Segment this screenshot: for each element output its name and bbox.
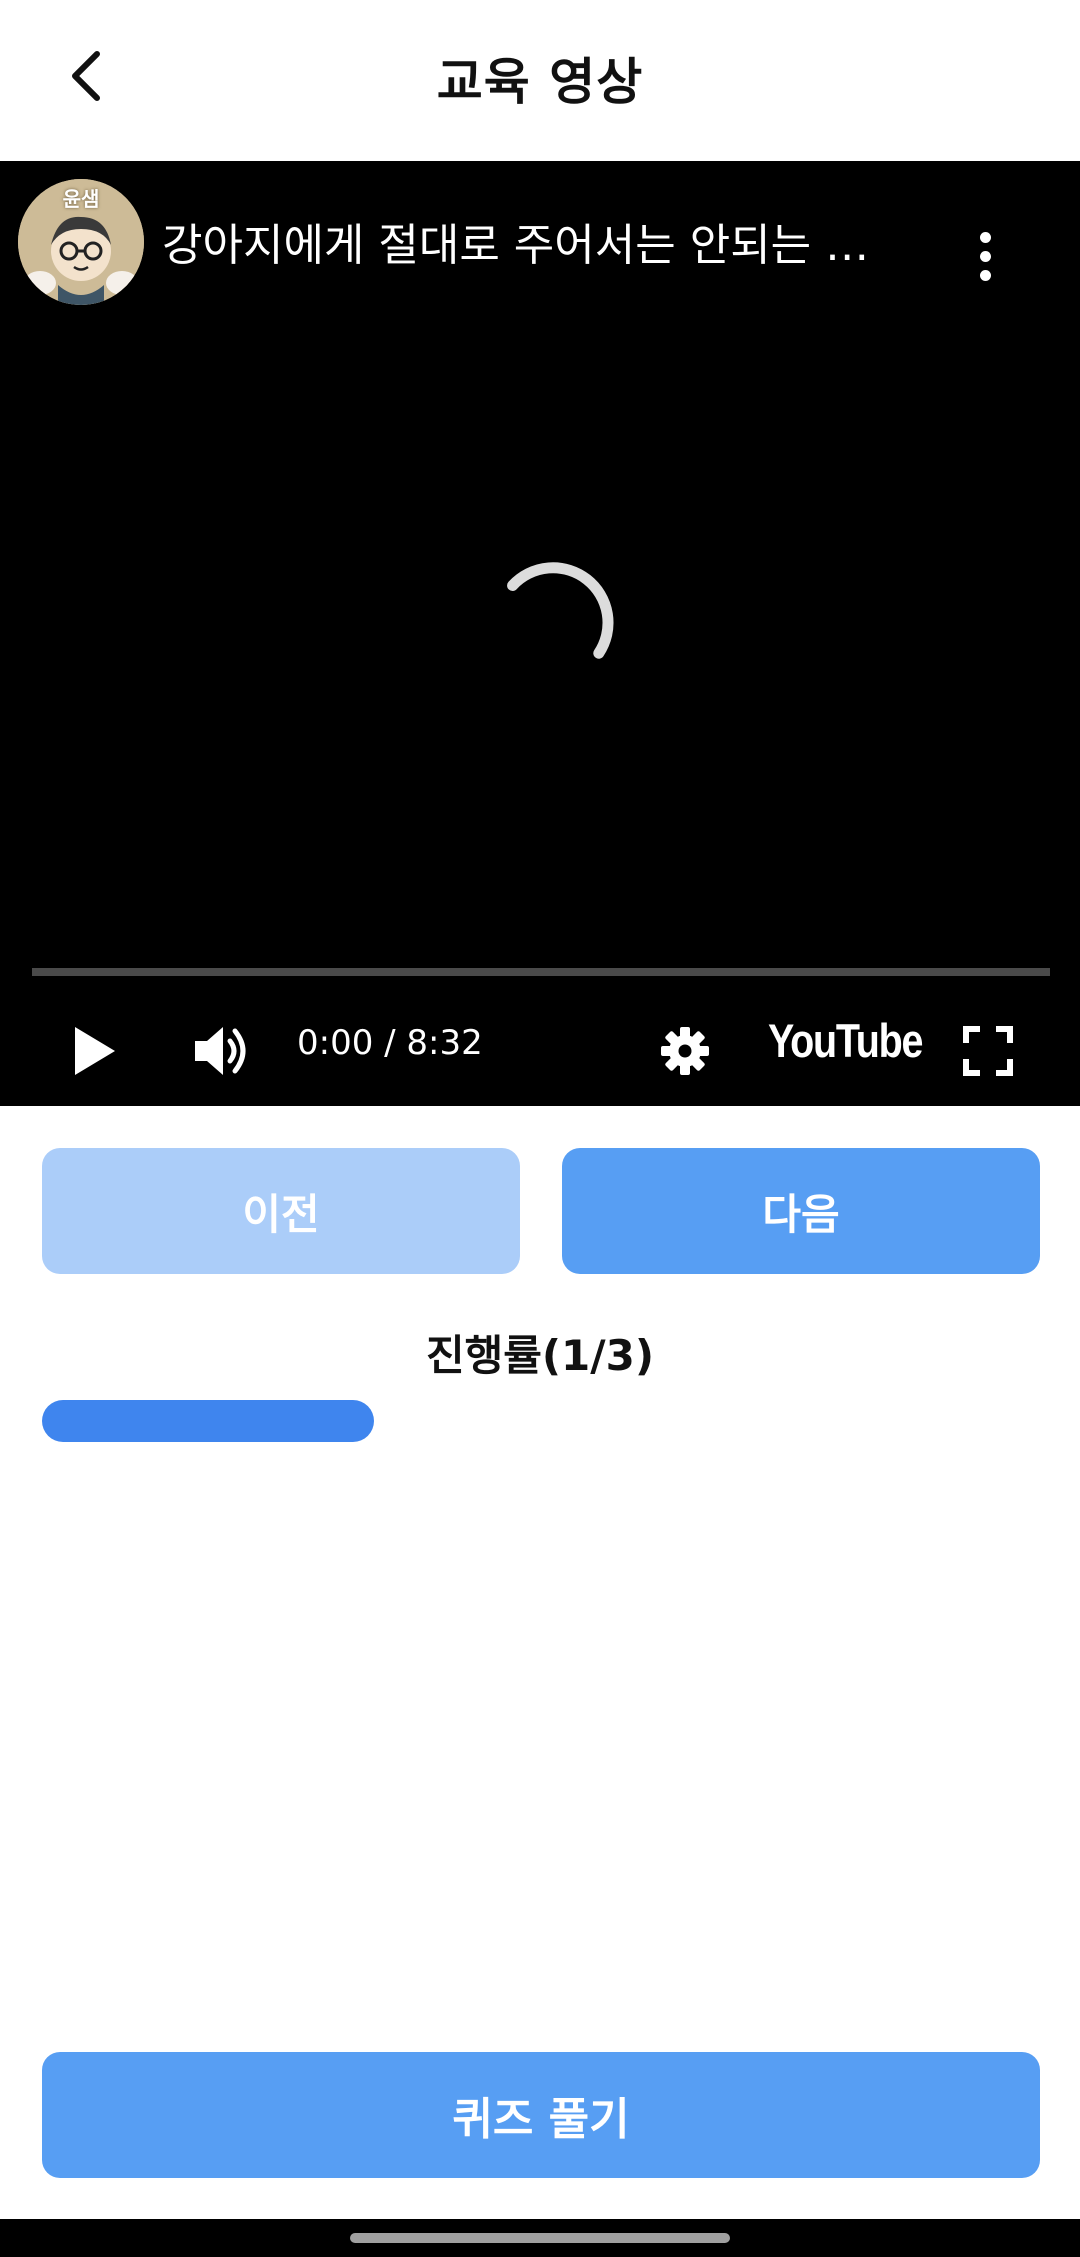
fullscreen-button[interactable]	[955, 1011, 1021, 1091]
seek-bar[interactable]	[32, 968, 1050, 976]
more-vert-icon	[979, 231, 991, 243]
prev-button[interactable]: 이전	[42, 1148, 520, 1274]
quiz-button[interactable]: 퀴즈 풀기	[42, 2052, 1040, 2178]
progress-bar-fill	[42, 1400, 374, 1442]
gear-icon	[661, 1027, 709, 1075]
more-options-button[interactable]	[960, 221, 1010, 291]
time-display: 0:00 / 8:32	[297, 1023, 483, 1063]
volume-button[interactable]	[183, 1011, 263, 1091]
fullscreen-icon	[963, 1026, 1013, 1076]
settings-button[interactable]	[652, 1011, 718, 1091]
volume-icon	[195, 1027, 246, 1075]
loading-spinner-icon	[507, 562, 614, 659]
play-button[interactable]	[60, 1011, 130, 1091]
home-indicator[interactable]	[350, 2233, 730, 2243]
more-vert-icon-dot	[979, 269, 991, 281]
youtube-logo[interactable]: YouTube	[768, 1013, 923, 1068]
avatar-label: 윤샘	[62, 187, 100, 211]
page-title: 교육 영상	[436, 53, 644, 111]
progress-label: 진행률(1/3)	[425, 1331, 655, 1380]
more-vert-icon-dot	[979, 250, 991, 262]
channel-avatar[interactable]: 윤샘	[18, 179, 144, 305]
next-button[interactable]: 다음	[562, 1148, 1040, 1274]
video-player[interactable]: 윤샘 강아지에게 절대로 주어서는 안되는 음... 0:00 / 8:32 Y…	[0, 161, 1080, 1106]
progress-bar	[42, 1400, 1038, 1442]
video-title[interactable]: 강아지에게 절대로 주어서는 안되는 음...	[162, 209, 902, 273]
system-navigation-bar	[0, 2219, 1080, 2257]
app-header: 교육 영상	[0, 0, 1080, 161]
play-icon	[75, 1027, 115, 1075]
